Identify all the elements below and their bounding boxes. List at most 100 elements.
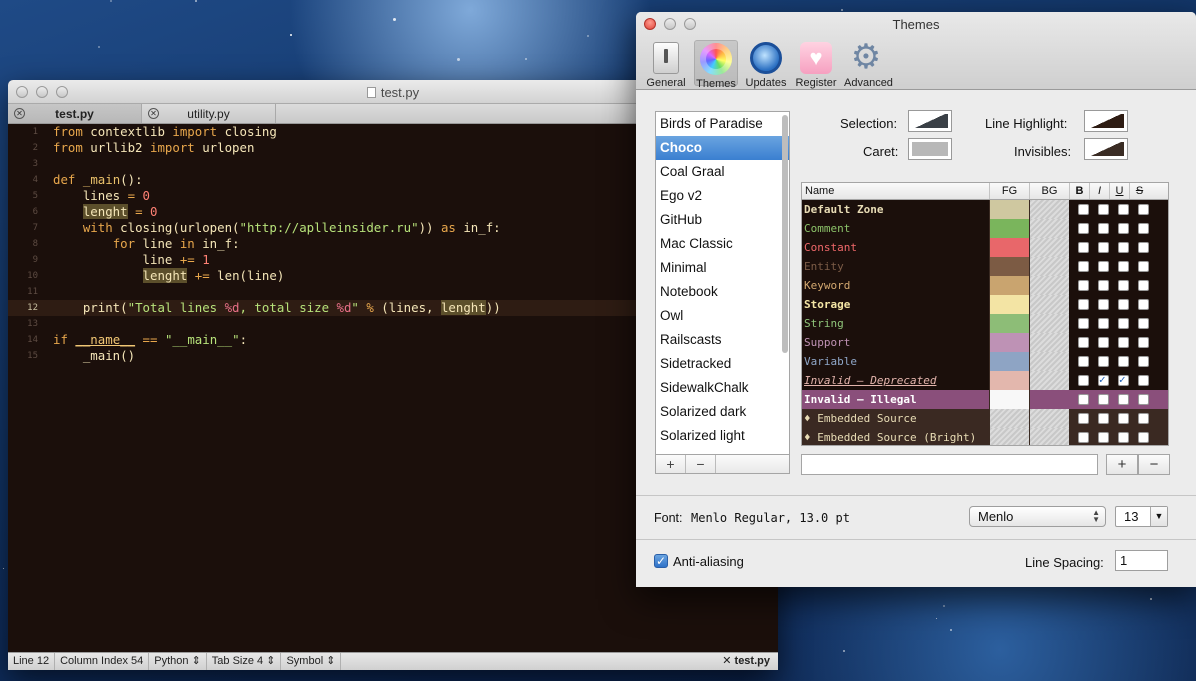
scope-row[interactable]: String (802, 314, 1168, 333)
status-line[interactable]: Line 12 (8, 653, 56, 670)
style-checkbox-b[interactable] (1078, 242, 1089, 253)
style-checkbox-u[interactable] (1118, 223, 1129, 234)
style-checkbox-s[interactable] (1138, 432, 1149, 443)
toolbar-themes[interactable]: Themes (694, 40, 738, 90)
style-checkbox-b[interactable] (1078, 413, 1089, 424)
style-checkbox-s[interactable] (1138, 413, 1149, 424)
selection-color-well[interactable] (908, 110, 952, 132)
style-checkbox-i[interactable] (1098, 242, 1109, 253)
style-checkbox-u[interactable] (1118, 204, 1129, 215)
style-checkbox-u[interactable] (1118, 280, 1129, 291)
anti-aliasing-checkbox[interactable]: ✓ (654, 554, 668, 568)
style-checkbox-s[interactable] (1138, 223, 1149, 234)
remove-scope-button[interactable]: − (1138, 454, 1170, 475)
style-checkbox-i[interactable] (1098, 337, 1109, 348)
style-checkbox-b[interactable] (1078, 223, 1089, 234)
fg-color-well[interactable] (989, 238, 1029, 257)
style-checkbox-i[interactable] (1098, 373, 1109, 386)
scope-row[interactable]: Variable (802, 352, 1168, 371)
line-spacing-field[interactable]: 1 (1115, 550, 1168, 571)
style-checkbox-b[interactable] (1078, 280, 1089, 291)
style-checkbox-i[interactable] (1098, 356, 1109, 367)
fg-color-well[interactable] (989, 371, 1029, 390)
toolbar-updates[interactable]: Updates (744, 40, 788, 89)
scope-row[interactable]: ♦ Embedded Source (Bright) (802, 428, 1168, 445)
style-checkbox-i[interactable] (1098, 280, 1109, 291)
tab-test-py[interactable]: ✕ test.py (8, 104, 142, 123)
close-tab-icon[interactable]: ✕ (148, 108, 159, 119)
style-checkbox-i[interactable] (1098, 261, 1109, 272)
font-size-combobox[interactable]: 13 ▼ (1115, 506, 1168, 527)
tab-utility-py[interactable]: ✕ utility.py (142, 104, 276, 123)
style-checkbox-u[interactable] (1118, 337, 1129, 348)
bg-color-well[interactable] (1029, 295, 1069, 314)
fg-color-well[interactable] (989, 295, 1029, 314)
bg-color-well[interactable] (1029, 238, 1069, 257)
bg-color-well[interactable] (1029, 371, 1069, 390)
style-checkbox-b[interactable] (1078, 204, 1089, 215)
style-checkbox-b[interactable] (1078, 299, 1089, 310)
fg-color-well[interactable] (989, 219, 1029, 238)
theme-list-item[interactable]: Birds of Paradise (656, 112, 789, 136)
theme-list-item[interactable]: Notebook (656, 280, 789, 304)
scope-row[interactable]: Constant (802, 238, 1168, 257)
style-checkbox-b[interactable] (1078, 394, 1089, 405)
font-family-select[interactable]: Menlo ▲ ▼ (969, 506, 1106, 527)
syntax-selector[interactable]: Python ⇕ (149, 653, 207, 670)
style-checkbox-u[interactable] (1118, 413, 1129, 424)
style-checkbox-b[interactable] (1078, 375, 1089, 386)
bg-color-well[interactable] (1029, 409, 1069, 428)
style-checkbox-s[interactable] (1138, 299, 1149, 310)
chevron-down-icon[interactable]: ▼ (1150, 507, 1167, 526)
style-checkbox-s[interactable] (1138, 356, 1149, 367)
symbol-selector[interactable]: Symbol ⇕ (281, 653, 342, 670)
scope-row[interactable]: ♦ Embedded Source (802, 409, 1168, 428)
fg-color-well[interactable] (989, 200, 1029, 219)
bg-color-well[interactable] (1029, 352, 1069, 371)
fg-color-well[interactable] (989, 333, 1029, 352)
scope-row[interactable]: Default Zone (802, 200, 1168, 219)
style-checkbox-i[interactable] (1098, 432, 1109, 443)
style-checkbox-i[interactable] (1098, 223, 1109, 234)
tab-size-selector[interactable]: Tab Size 4 ⇕ (207, 653, 282, 670)
toolbar-general[interactable]: General (644, 40, 688, 89)
line-highlight-color-well[interactable] (1084, 110, 1128, 132)
theme-list-item[interactable]: Solarized dark (656, 400, 789, 424)
toolbar-advanced[interactable]: ⚙ Advanced (844, 40, 893, 89)
fg-color-well[interactable] (989, 352, 1029, 371)
style-checkbox-i[interactable] (1098, 299, 1109, 310)
style-checkbox-u[interactable] (1118, 373, 1129, 386)
theme-list[interactable]: Birds of Paradise Choco Coal Graal Ego v2 Gi… (655, 111, 790, 455)
scope-row[interactable]: Storage (802, 295, 1168, 314)
bg-color-well[interactable] (1029, 200, 1069, 219)
scope-selector-input[interactable] (801, 454, 1098, 475)
fg-color-well[interactable] (989, 409, 1029, 428)
scope-row[interactable]: Support (802, 333, 1168, 352)
bg-color-well[interactable] (1029, 276, 1069, 295)
add-theme-button[interactable]: + (656, 455, 686, 473)
theme-list-item[interactable]: Mac Classic (656, 232, 789, 256)
style-checkbox-i[interactable] (1098, 394, 1109, 405)
style-checkbox-u[interactable] (1118, 356, 1129, 367)
style-checkbox-i[interactable] (1098, 413, 1109, 424)
theme-list-item[interactable]: Minimal (656, 256, 789, 280)
scope-row[interactable]: Invalid — Deprecated (802, 371, 1168, 390)
fg-color-well[interactable] (989, 276, 1029, 295)
theme-list-item[interactable]: Railscasts (656, 328, 789, 352)
add-scope-button[interactable]: + (1106, 454, 1138, 475)
style-checkbox-b[interactable] (1078, 356, 1089, 367)
remove-theme-button[interactable]: − (686, 455, 716, 473)
theme-list-item[interactable]: Sidetracked (656, 352, 789, 376)
style-checkbox-s[interactable] (1138, 242, 1149, 253)
status-file[interactable]: ✕ test.py (717, 653, 778, 670)
style-checkbox-u[interactable] (1118, 261, 1129, 272)
style-checkbox-u[interactable] (1118, 242, 1129, 253)
style-checkbox-s[interactable] (1138, 337, 1149, 348)
fg-color-well[interactable] (989, 428, 1029, 445)
style-checkbox-s[interactable] (1138, 261, 1149, 272)
style-checkbox-u[interactable] (1118, 299, 1129, 310)
theme-list-item[interactable]: Owl (656, 304, 789, 328)
scope-row[interactable]: Keyword (802, 276, 1168, 295)
bg-color-well[interactable] (1029, 314, 1069, 333)
bg-color-well[interactable] (1029, 333, 1069, 352)
